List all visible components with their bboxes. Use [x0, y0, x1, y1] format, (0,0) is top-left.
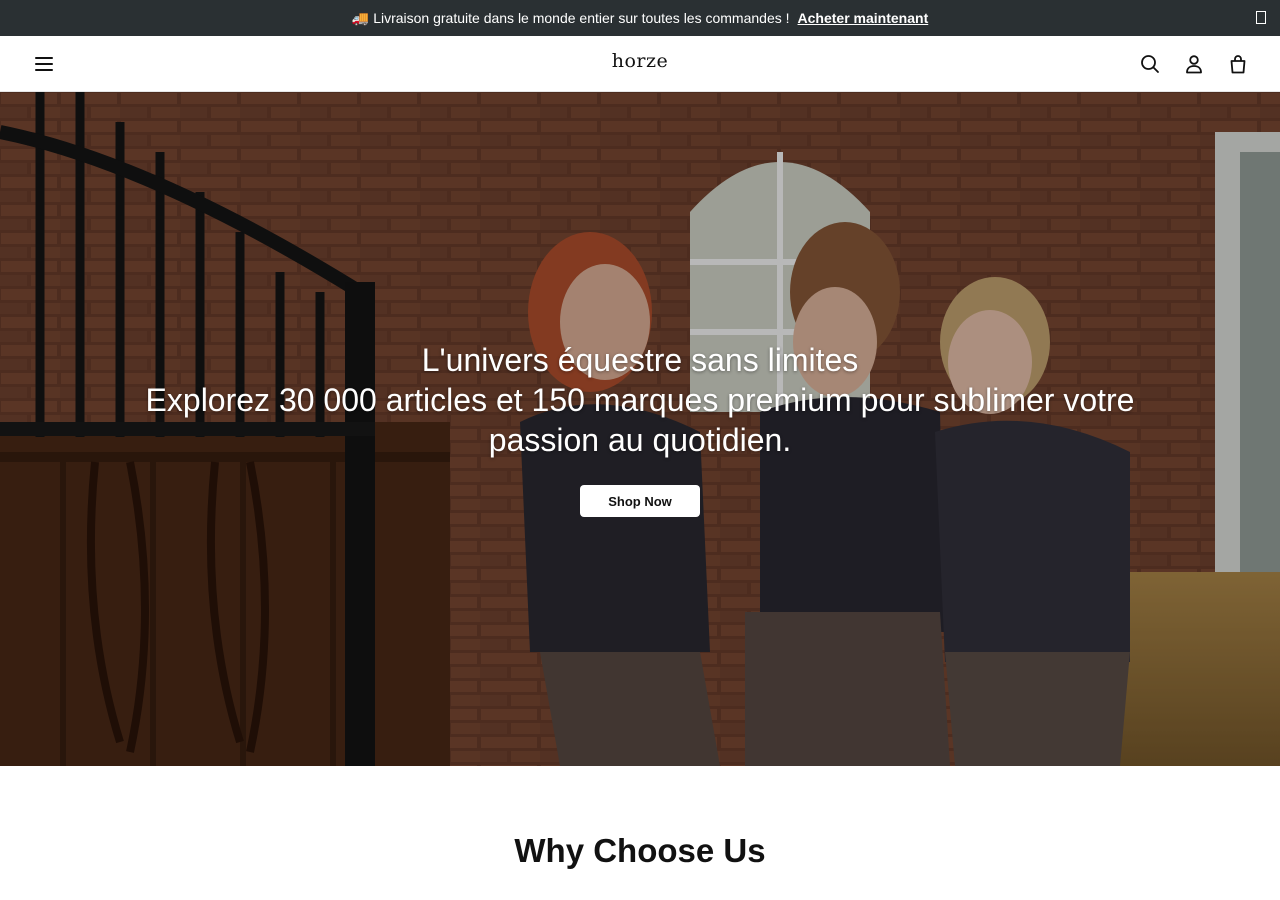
- announcement-bar: 🚚 Livraison gratuite dans le monde entie…: [0, 0, 1280, 36]
- hero-headline: L'univers équestre sans limites: [421, 342, 859, 378]
- shop-now-button[interactable]: Shop Now: [580, 485, 700, 517]
- why-choose-us-title: Why Choose Us: [514, 832, 766, 869]
- shopping-bag-icon[interactable]: [1226, 52, 1250, 76]
- hero-subline: Explorez 30 000 articles et 150 marques …: [145, 382, 1135, 458]
- hamburger-menu-icon[interactable]: [32, 54, 56, 74]
- search-icon[interactable]: [1138, 52, 1162, 76]
- hero-heading: L'univers équestre sans limites Explorez…: [140, 340, 1140, 460]
- announcement-message: Livraison gratuite dans le monde entier …: [373, 10, 790, 26]
- account-icon[interactable]: [1182, 52, 1206, 76]
- truck-icon: 🚚: [351, 9, 370, 26]
- brand-logo[interactable]: horze: [540, 50, 740, 72]
- site-header: horze: [0, 36, 1280, 92]
- announcement-shop-link[interactable]: Acheter maintenant: [798, 10, 929, 26]
- hero-banner: L'univers équestre sans limites Explorez…: [0, 92, 1280, 766]
- close-icon[interactable]: [1256, 11, 1266, 24]
